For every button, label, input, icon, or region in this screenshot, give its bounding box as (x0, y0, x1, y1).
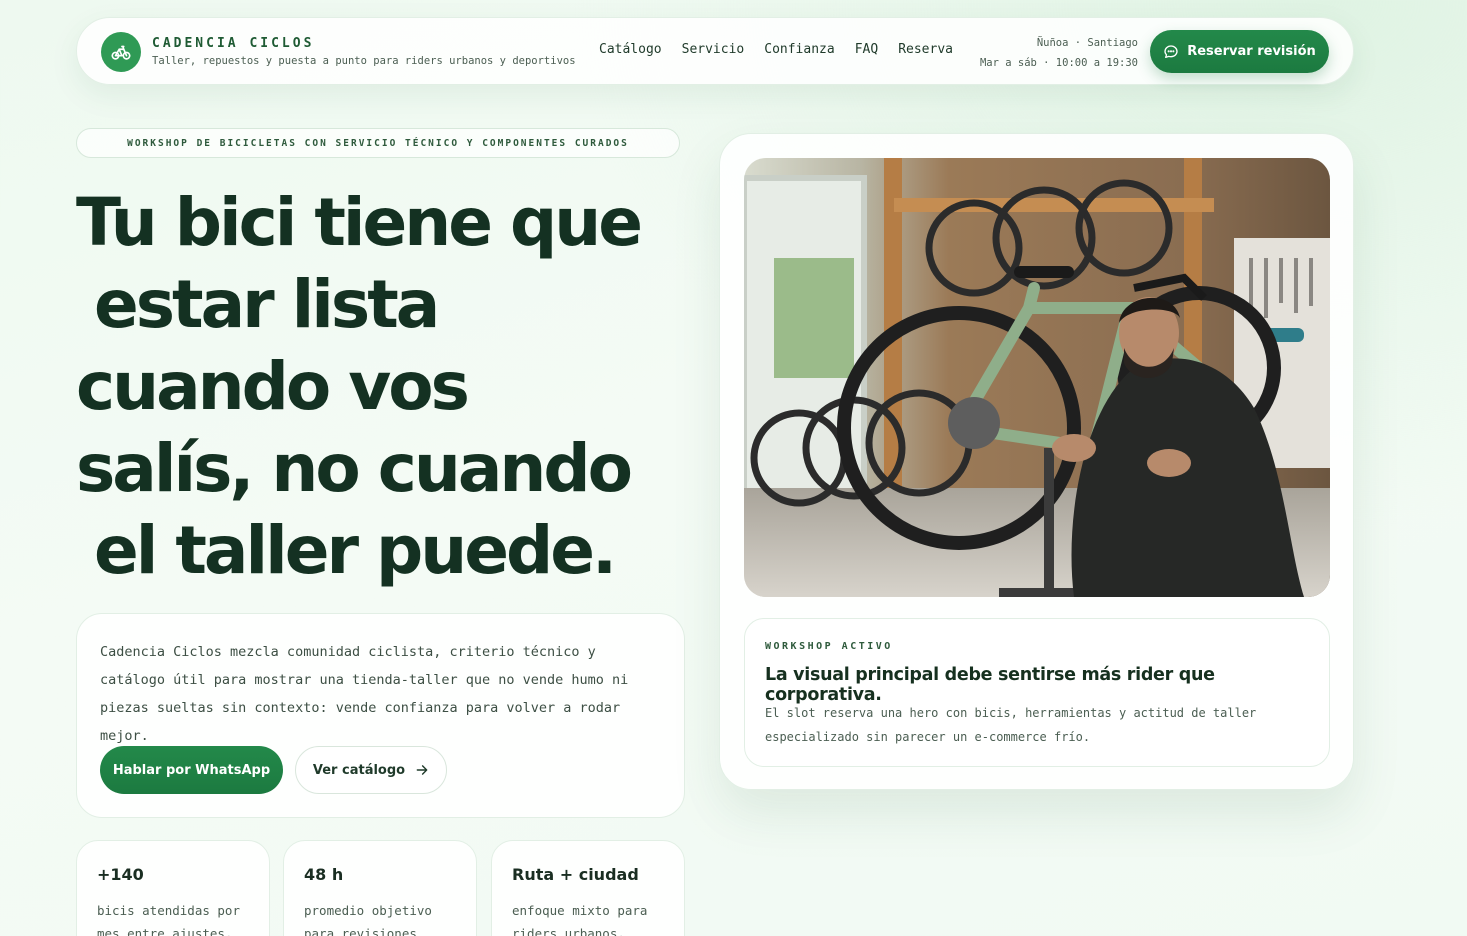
chat-bubble-icon (1164, 44, 1178, 58)
headline-line: estar lista (94, 266, 440, 343)
stat-desc: promedio objetivo para revisiones (304, 903, 432, 936)
site-header: CADENCIA CICLOS Taller, repuestos y pues… (76, 17, 1354, 85)
hero-headline: Tu bici tiene que estar lista cuando vos… (76, 182, 716, 592)
brand-tagline: Taller, repuestos y puesta a punto para … (152, 55, 576, 67)
view-catalog-label: Ver catálogo (312, 762, 406, 778)
store-location: Ñuñoa · Santiago Mar a sáb · 10:00 a 19:… (980, 33, 1138, 73)
view-catalog-button[interactable]: Ver catálogo (295, 746, 447, 794)
reserve-review-label: Reservar revisión (1187, 44, 1316, 59)
stat-value: 48 h (304, 865, 344, 884)
reserve-review-button[interactable]: Reservar revisión (1150, 30, 1329, 73)
headline-line: Tu bici tiene que (76, 184, 643, 261)
showcase-caption: WORKSHOP ACTIVO La visual principal debe… (744, 618, 1330, 767)
stat-card: 48 h promedio objetivo para revisiones (283, 840, 477, 936)
whatsapp-button[interactable]: Hablar por WhatsApp (100, 746, 283, 794)
headline-line: el taller puede. (94, 512, 617, 589)
headline-line: cuando vos (76, 348, 470, 425)
main-nav: Catálogo Servicio Confianza FAQ Reserva (599, 42, 953, 57)
arrow-right-icon (416, 765, 428, 775)
showcase-card: WORKSHOP ACTIVO La visual principal debe… (719, 133, 1354, 790)
nav-link-servicio[interactable]: Servicio (682, 42, 745, 57)
store-hours: Mar a sáb · 10:00 a 19:30 (979, 57, 1138, 69)
showcase-body: El slot reserva una hero con bicis, herr… (765, 706, 1257, 744)
nav-link-catalogo[interactable]: Catálogo (599, 42, 662, 57)
showcase-title: La visual principal debe sentirse más ri… (765, 665, 1215, 705)
stat-card: +140 bicis atendidas por mes entre ajust… (76, 840, 270, 936)
nav-link-faq[interactable]: FAQ (855, 42, 878, 57)
nav-link-confianza[interactable]: Confianza (764, 42, 834, 57)
bike-icon[interactable] (101, 32, 141, 72)
showcase-kicker: WORKSHOP ACTIVO (765, 641, 893, 652)
store-place: Ñuñoa · Santiago (1036, 37, 1138, 49)
hero-intro-card: Cadencia Ciclos mezcla comunidad ciclist… (76, 613, 685, 818)
stat-card: Ruta + ciudad enfoque mixto para riders … (491, 840, 685, 936)
nav-link-reserva[interactable]: Reserva (898, 42, 953, 57)
headline-line: salís, no cuando (76, 430, 633, 507)
hero-eyebrow: WORKSHOP DE BICICLETAS CON SERVICIO TÉCN… (76, 128, 680, 158)
stat-desc: enfoque mixto para riders urbanos, grave… (512, 903, 648, 936)
hero-intro-text: Cadencia Ciclos mezcla comunidad ciclist… (100, 644, 629, 744)
stat-value: Ruta + ciudad (512, 865, 639, 884)
stat-desc: bicis atendidas por mes entre ajustes, (97, 903, 240, 936)
workshop-photo (744, 158, 1330, 597)
brand-name[interactable]: CADENCIA CICLOS (152, 36, 314, 51)
stat-value: +140 (97, 865, 144, 884)
